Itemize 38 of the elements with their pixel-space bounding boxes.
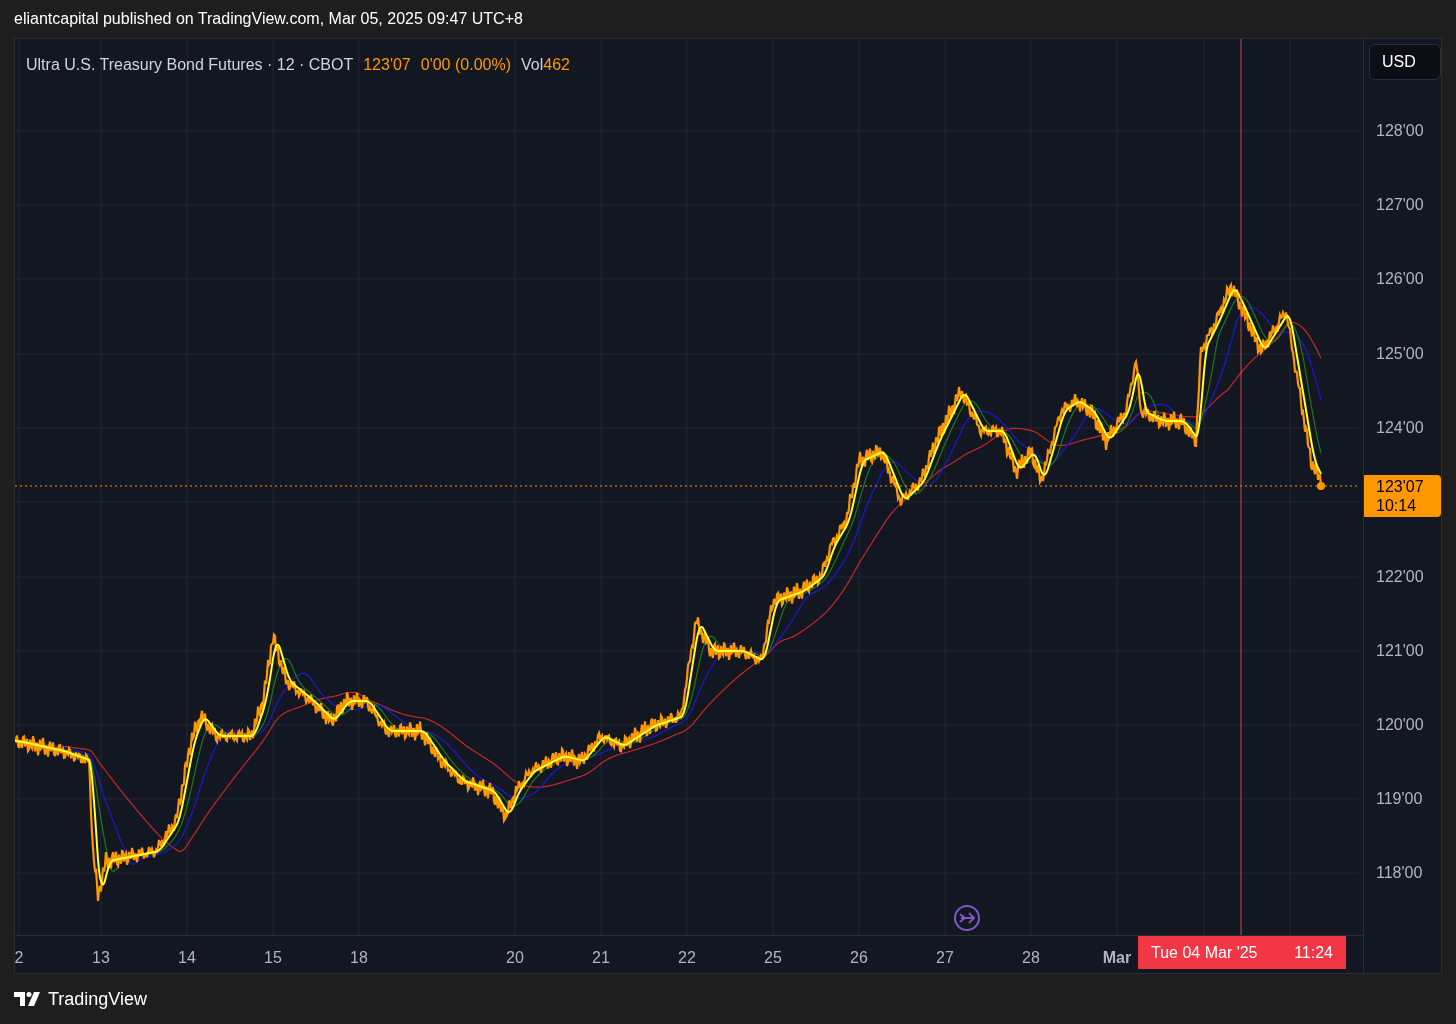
last-price-tag-price: 123'07 bbox=[1376, 477, 1425, 496]
volume-value: 462 bbox=[543, 55, 570, 75]
price-change: 0'00 (0.00%) bbox=[420, 55, 511, 75]
currency-button[interactable]: USD bbox=[1369, 44, 1441, 80]
price-axis-label: 122'00 bbox=[1376, 567, 1424, 587]
time-axis-label: 21 bbox=[592, 948, 610, 969]
last-price: 123'07 bbox=[363, 55, 411, 75]
time-axis-label: Mar bbox=[1102, 948, 1132, 969]
publish-info: eliantcapital published on TradingView.com, Mar 05, 2025 09:47 UTC+8 bbox=[14, 9, 523, 29]
price-axis-label: 120'00 bbox=[1376, 715, 1424, 735]
time-axis-label: 28 bbox=[1022, 948, 1040, 969]
time-axis-label: 18 bbox=[350, 948, 368, 969]
symbol-title: Ultra U.S. Treasury Bond Futures · 12 · CBOT bbox=[26, 55, 354, 75]
crosshair-time: 11:24 bbox=[1294, 942, 1333, 963]
logo-text: TradingView bbox=[48, 987, 148, 1011]
price-axis-label: 126'00 bbox=[1376, 269, 1424, 289]
volume-label: Vol bbox=[521, 55, 544, 75]
price-axis-label: 127'00 bbox=[1376, 195, 1424, 215]
logo-icon bbox=[14, 992, 42, 1006]
crosshair-date: Tue 04 Mar '25 bbox=[1151, 942, 1258, 963]
time-axis-label: 27 bbox=[936, 948, 954, 969]
price-axis-label: 125'00 bbox=[1376, 344, 1424, 364]
time-axis-label: 14 bbox=[178, 948, 196, 969]
price-axis-label: 124'00 bbox=[1376, 418, 1424, 438]
time-axis-label: 13 bbox=[92, 948, 110, 969]
price-axis-label: 119'00 bbox=[1376, 789, 1423, 809]
price-axis-label: 118'00 bbox=[1376, 863, 1423, 883]
time-axis-label: 20 bbox=[506, 948, 524, 969]
bar-countdown: 10:14 bbox=[1376, 496, 1418, 515]
last-price-dot bbox=[1317, 482, 1325, 490]
time-axis-label: 15 bbox=[264, 948, 282, 969]
price-axis-label: 121'00 bbox=[1376, 641, 1424, 661]
jump-to-realtime-icon[interactable] bbox=[954, 905, 980, 931]
time-axis-label: 2 bbox=[14, 948, 24, 969]
price-axis-label: 128'00 bbox=[1376, 121, 1424, 141]
time-axis-label: 26 bbox=[850, 948, 868, 969]
time-axis-label: 25 bbox=[764, 948, 782, 969]
time-axis-label: 22 bbox=[678, 948, 696, 969]
